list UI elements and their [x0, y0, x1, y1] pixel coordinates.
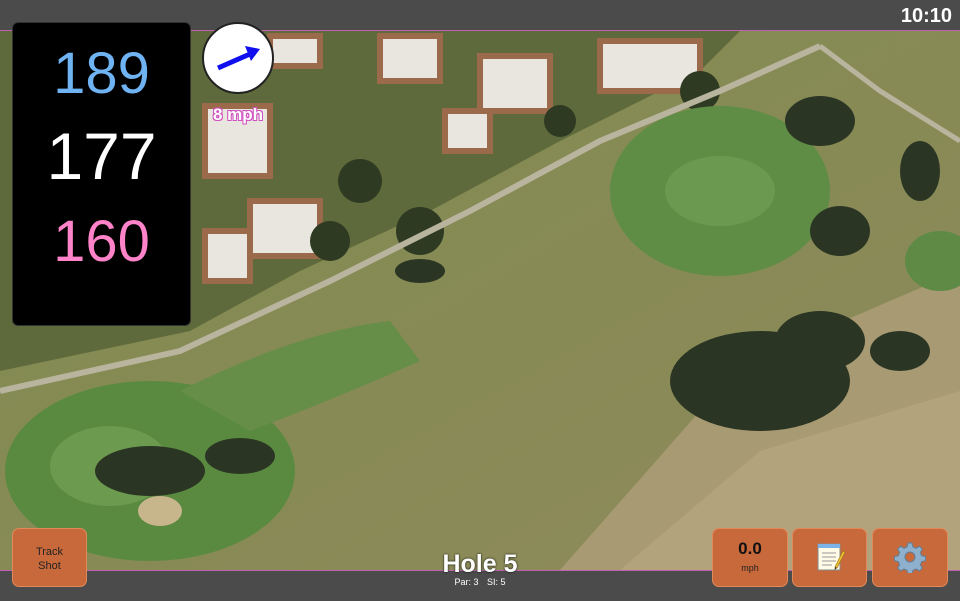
- yardage-panel: 189 177 160: [12, 22, 191, 326]
- wind-arrow-icon: [216, 46, 260, 71]
- notes-button[interactable]: [792, 528, 867, 587]
- front-yardage: 160: [53, 209, 150, 274]
- speed-value: 0.0: [738, 539, 762, 558]
- hole-par: Par: 3: [454, 577, 479, 587]
- speed-unit: mph: [741, 563, 759, 573]
- track-shot-label-line2: Shot: [38, 560, 61, 572]
- wind-direction-dial: [202, 22, 274, 94]
- gear-icon: [894, 542, 926, 573]
- notepad-icon: [817, 543, 845, 571]
- back-yardage: 189: [53, 41, 150, 106]
- track-shot-label-line1: Track: [35, 546, 64, 558]
- hole-info: Par: 3 SI: 5: [380, 577, 580, 587]
- wind-speed-label: 8 mph: [212, 105, 264, 124]
- track-shot-button[interactable]: Track Shot: [12, 528, 87, 587]
- settings-button[interactable]: [872, 528, 948, 587]
- hole-stroke-index: SI: 5: [487, 577, 506, 587]
- middle-yardage: 177: [46, 119, 157, 193]
- hole-title: Hole 5: [442, 550, 518, 578]
- speed-button[interactable]: 0.0 mph: [712, 528, 788, 587]
- clock: 10:10: [900, 5, 952, 27]
